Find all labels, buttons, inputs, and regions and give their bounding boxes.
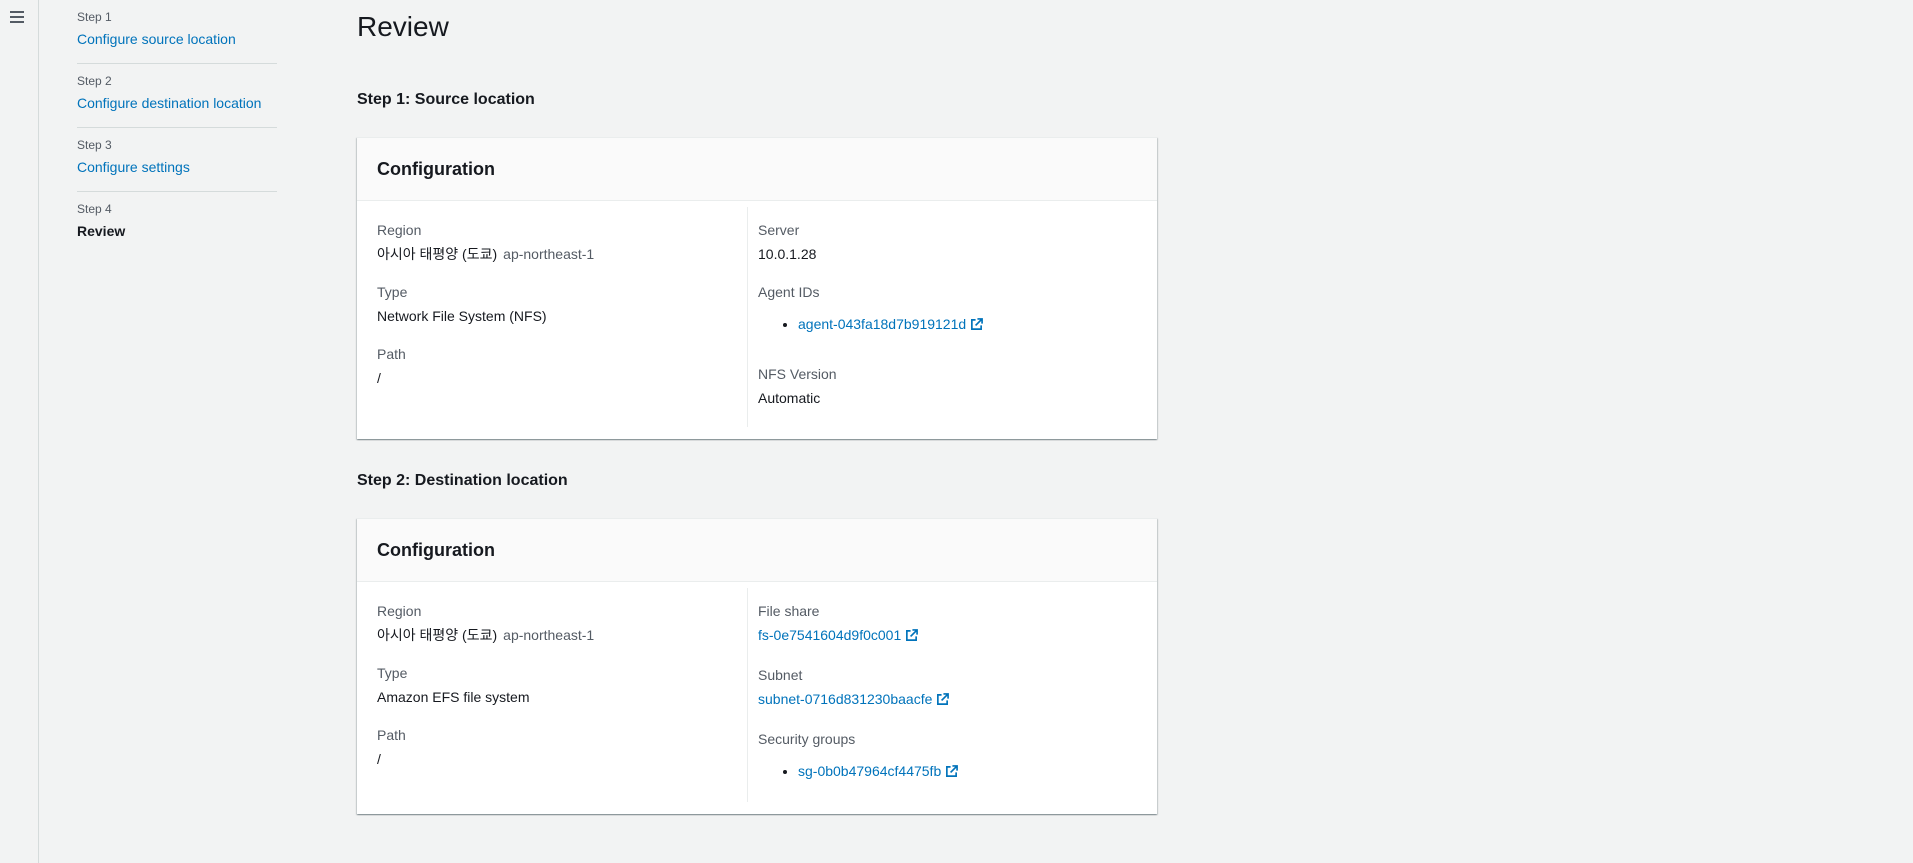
path-value: / bbox=[377, 751, 381, 767]
navigation-rail bbox=[0, 0, 39, 863]
region-name: 아시아 태평양 (도쿄) bbox=[377, 246, 498, 262]
nfs-version-label: NFS Version bbox=[758, 366, 837, 382]
destination-right-column: File share fs-0e7541604d9f0c001 Subnet s… bbox=[747, 588, 1157, 802]
file-share-link[interactable]: fs-0e7541604d9f0c001 bbox=[758, 627, 901, 643]
destination-left-column: Region 아시아 태평양 (도쿄) ap-northeast-1 Type A… bbox=[357, 588, 747, 802]
security-groups-label: Security groups bbox=[758, 731, 856, 747]
source-path: Path / bbox=[377, 345, 727, 387]
region-name: 아시아 태평양 (도쿄) bbox=[377, 627, 498, 643]
wizard-step-4: Step 4 Review bbox=[77, 192, 277, 254]
step-link-configure-source[interactable]: Configure source location bbox=[77, 30, 236, 48]
server-label: Server bbox=[758, 222, 800, 238]
source-right-column: Server 10.0.1.28 Agent IDs agent-043fa18… bbox=[747, 207, 1157, 427]
subnet-link[interactable]: subnet-0716d831230baacfe bbox=[758, 691, 932, 707]
external-link-icon[interactable] bbox=[936, 692, 950, 710]
type-value: Network File System (NFS) bbox=[377, 308, 547, 324]
region-value: 아시아 태평양 (도쿄) ap-northeast-1 bbox=[377, 626, 727, 644]
hamburger-icon[interactable] bbox=[9, 9, 25, 25]
external-link-icon[interactable] bbox=[970, 317, 984, 335]
external-link-icon[interactable] bbox=[945, 764, 959, 782]
subnet-label: Subnet bbox=[758, 667, 803, 683]
file-share-label: File share bbox=[758, 603, 820, 619]
source-section-title: Step 1: Source location bbox=[357, 91, 535, 108]
destination-region: Region 아시아 태평양 (도쿄) ap-northeast-1 bbox=[377, 602, 727, 644]
wizard-step-3: Step 3 Configure settings bbox=[77, 128, 277, 192]
destination-configuration-panel: Configuration Region 아시아 태평양 (도쿄) ap-nort… bbox=[357, 518, 1157, 814]
nfs-version-value: Automatic bbox=[758, 390, 821, 406]
path-label: Path bbox=[377, 346, 406, 362]
destination-file-share: File share fs-0e7541604d9f0c001 bbox=[758, 602, 1137, 646]
region-code: ap-northeast-1 bbox=[503, 627, 595, 643]
agent-id-link[interactable]: agent-043fa18d7b919121d bbox=[798, 316, 966, 332]
region-label: Region bbox=[377, 603, 422, 619]
panel-title: Configuration bbox=[357, 138, 1157, 201]
destination-path: Path / bbox=[377, 726, 727, 768]
agent-ids-label: Agent IDs bbox=[758, 284, 820, 300]
step-number: Step 1 bbox=[77, 10, 112, 24]
destination-type: Type Amazon EFS file system bbox=[377, 664, 727, 706]
server-value: 10.0.1.28 bbox=[758, 246, 817, 262]
list-item: agent-043fa18d7b919121d bbox=[798, 315, 1137, 335]
destination-subnet: Subnet subnet-0716d831230baacfe bbox=[758, 666, 1137, 710]
step-link-configure-settings[interactable]: Configure settings bbox=[77, 158, 190, 176]
list-item: sg-0b0b47964cf4475fb bbox=[798, 762, 1137, 782]
region-code: ap-northeast-1 bbox=[503, 246, 595, 262]
step-number: Step 3 bbox=[77, 138, 112, 152]
source-left-column: Region 아시아 태평양 (도쿄) ap-northeast-1 Type N… bbox=[357, 207, 747, 427]
source-nfs-version: NFS Version Automatic bbox=[758, 365, 1137, 407]
type-value: Amazon EFS file system bbox=[377, 689, 530, 705]
source-agent-ids: Agent IDs agent-043fa18d7b919121d bbox=[758, 283, 1137, 335]
type-label: Type bbox=[377, 284, 408, 300]
wizard-step-2: Step 2 Configure destination location bbox=[77, 64, 277, 128]
source-configuration-panel: Configuration Region 아시아 태평양 (도쿄) ap-nort… bbox=[357, 137, 1157, 439]
step-current-review: Review bbox=[77, 223, 126, 239]
step-number: Step 2 bbox=[77, 74, 112, 88]
agent-ids-list: agent-043fa18d7b919121d bbox=[758, 315, 1137, 335]
destination-section-title: Step 2: Destination location bbox=[357, 472, 568, 489]
source-server: Server 10.0.1.28 bbox=[758, 221, 1137, 263]
external-link-icon[interactable] bbox=[905, 628, 919, 646]
region-label: Region bbox=[377, 222, 422, 238]
wizard-step-1: Step 1 Configure source location bbox=[77, 0, 277, 64]
security-groups-list: sg-0b0b47964cf4475fb bbox=[758, 762, 1137, 782]
region-value: 아시아 태평양 (도쿄) ap-northeast-1 bbox=[377, 245, 727, 263]
step-link-configure-destination[interactable]: Configure destination location bbox=[77, 94, 261, 112]
type-label: Type bbox=[377, 665, 408, 681]
panel-title: Configuration bbox=[357, 519, 1157, 582]
path-label: Path bbox=[377, 727, 406, 743]
destination-security-groups: Security groups sg-0b0b47964cf4475fb bbox=[758, 730, 1137, 782]
security-group-link[interactable]: sg-0b0b47964cf4475fb bbox=[798, 763, 941, 779]
source-region: Region 아시아 태평양 (도쿄) ap-northeast-1 bbox=[377, 221, 727, 263]
wizard-steps: Step 1 Configure source location Step 2 … bbox=[77, 0, 277, 254]
path-value: / bbox=[377, 370, 381, 386]
source-type: Type Network File System (NFS) bbox=[377, 283, 727, 325]
main-content: Review Step 1: Source location Configura… bbox=[357, 0, 1157, 814]
page-title: Review bbox=[357, 11, 449, 42]
step-number: Step 4 bbox=[77, 202, 112, 216]
